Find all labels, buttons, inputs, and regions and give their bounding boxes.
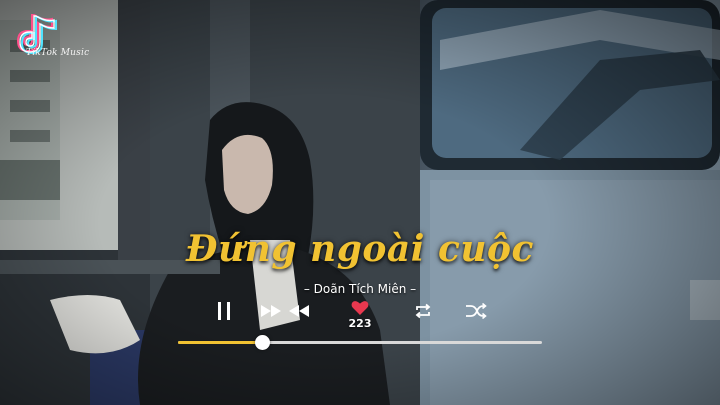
background-scene [0,0,720,405]
song-title: Đứng ngoài cuộc [186,228,534,270]
artist-name: – Doãn Tích Miên – [303,282,417,296]
logo-text: TikTok Music [26,48,90,58]
shuffle-button[interactable] [463,300,489,322]
video-frame: TikTok Music Đứng ngoài cuộc – Doãn Tích… [0,0,720,405]
pause-icon [218,302,230,320]
heart-icon [351,301,369,315]
progress-bar[interactable] [178,335,542,350]
rewind-button[interactable] [286,300,312,322]
fast-forward-icon [261,305,281,317]
progress-fill [178,341,262,344]
shuffle-icon [466,303,487,319]
forward-button[interactable] [258,300,284,322]
repeat-button[interactable] [410,300,436,322]
like-count: 223 [348,317,372,330]
rewind-icon [289,305,309,317]
repeat-icon [415,303,431,319]
progress-knob[interactable] [254,335,270,350]
like-button[interactable] [348,298,372,318]
pause-button[interactable] [212,300,236,322]
